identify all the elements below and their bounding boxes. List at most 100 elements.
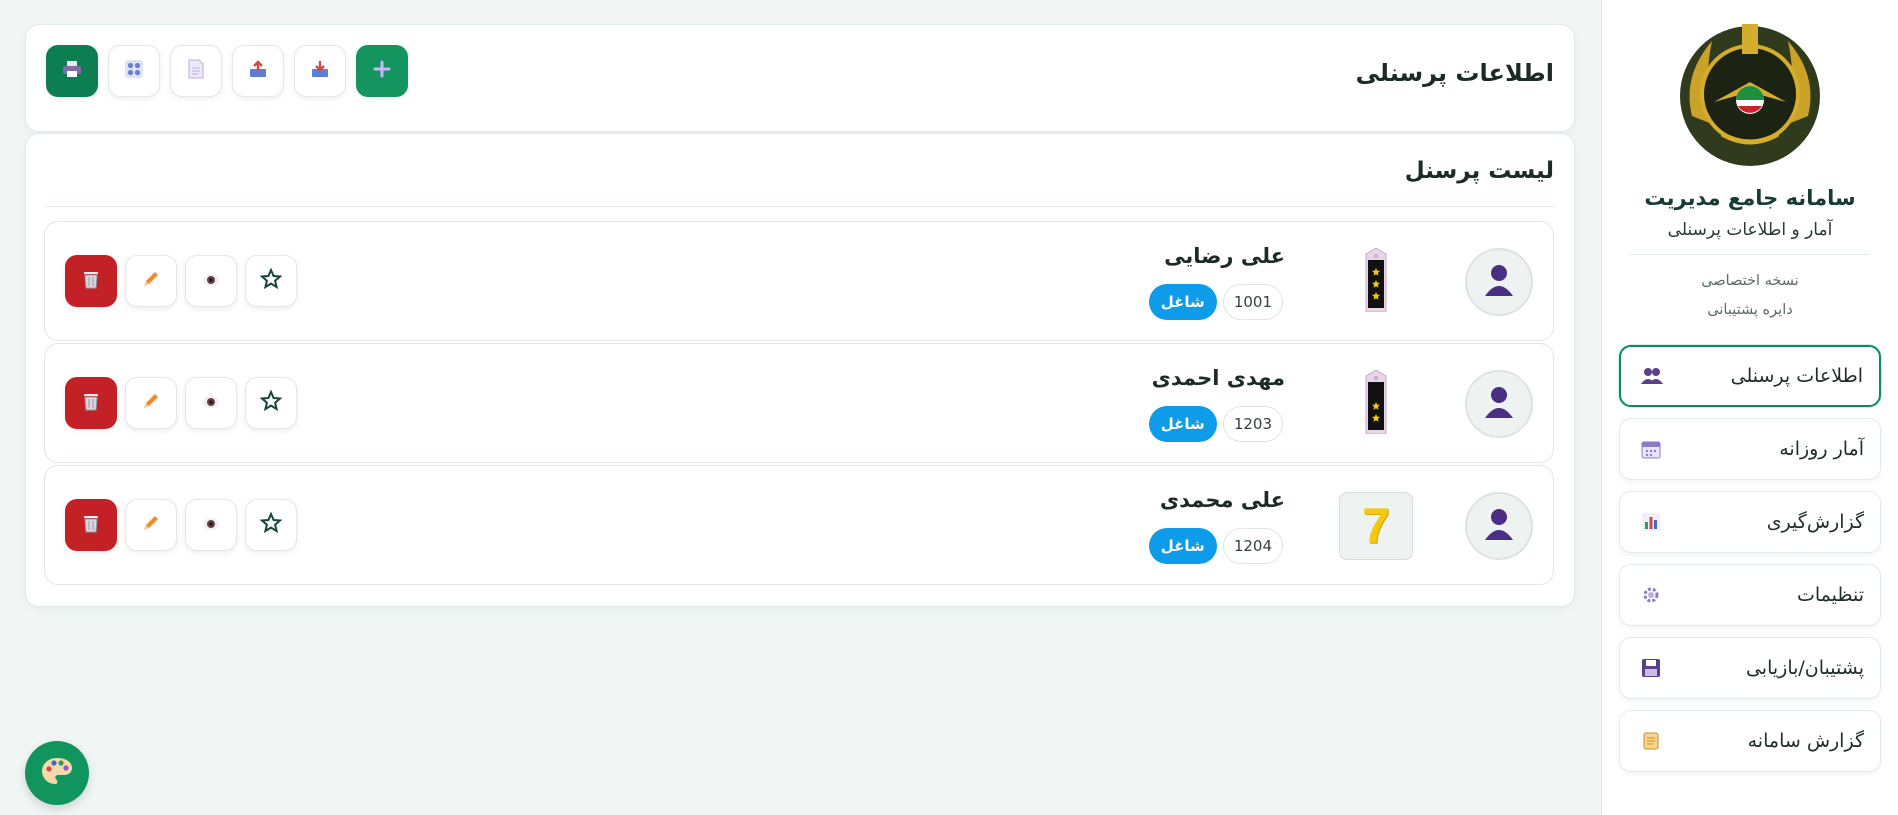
delete-button[interactable] <box>65 255 117 307</box>
document-icon <box>187 59 205 83</box>
favorite-button[interactable] <box>245 499 297 551</box>
view-button[interactable] <box>185 377 237 429</box>
toolbar <box>46 45 408 97</box>
delete-button[interactable] <box>65 499 117 551</box>
add-icon <box>372 59 392 83</box>
row-actions <box>65 255 297 307</box>
avatar <box>1465 492 1533 560</box>
star-icon <box>259 389 283 416</box>
status-badge: شاغل <box>1148 528 1217 564</box>
rank-insignia <box>1339 247 1413 316</box>
grid-view-button[interactable] <box>108 45 160 97</box>
epaulette-three-stars-icon <box>1363 247 1389 316</box>
page-title: اطلاعات پرسنلی <box>1355 59 1554 87</box>
eye-icon <box>202 272 220 291</box>
print-button[interactable] <box>46 45 98 97</box>
user-icon <box>1484 508 1514 544</box>
grid-icon <box>124 59 144 83</box>
number-seven-icon: 7 <box>1339 492 1413 560</box>
nav-item-settings[interactable]: تنظیمات <box>1619 564 1881 626</box>
personnel-id-badge: 1204 <box>1222 528 1283 564</box>
nav-item-backup[interactable]: پشتیبان/بازیابی <box>1619 637 1881 699</box>
person-name: علی رضایی <box>1164 244 1285 268</box>
user-icon <box>1484 386 1514 422</box>
row-actions <box>65 377 297 429</box>
personnel-row[interactable]: 7 علی محمدی 1204 شاغل <box>44 465 1554 585</box>
favorite-button[interactable] <box>245 377 297 429</box>
nav-label: اطلاعات پرسنلی <box>1730 365 1863 387</box>
view-button[interactable] <box>185 499 237 551</box>
view-button[interactable] <box>185 255 237 307</box>
eye-icon <box>202 394 220 413</box>
army-emblem-logo <box>1672 16 1828 172</box>
person-name: مهدی احمدی <box>1151 366 1285 390</box>
add-button[interactable] <box>356 45 408 97</box>
nav-item-personnel[interactable]: اطلاعات پرسنلی <box>1619 345 1881 407</box>
person-badges: 1204 شاغل <box>1148 528 1283 564</box>
nav-label: آمار روزانه <box>1779 438 1864 460</box>
avatar <box>1465 370 1533 438</box>
document-button[interactable] <box>170 45 222 97</box>
pencil-icon <box>141 391 161 415</box>
avatar <box>1465 248 1533 316</box>
system-subtitle: آمار و اطلاعات پرسنلی <box>1667 220 1833 240</box>
printer-icon <box>62 59 82 83</box>
edit-button[interactable] <box>125 377 177 429</box>
row-actions <box>65 499 297 551</box>
personnel-row[interactable]: علی رضایی 1001 شاغل <box>44 221 1554 341</box>
divider <box>46 206 1554 207</box>
pencil-icon <box>141 513 161 537</box>
import-button[interactable] <box>294 45 346 97</box>
epaulette-two-stars-icon <box>1363 369 1389 438</box>
edit-button[interactable] <box>125 255 177 307</box>
sidebar: سامانه جامع مدیریت آمار و اطلاعات پرسنلی… <box>1601 0 1898 815</box>
nav-item-daily-stats[interactable]: آمار روزانه <box>1619 418 1881 480</box>
pencil-icon <box>141 269 161 293</box>
edit-button[interactable] <box>125 499 177 551</box>
system-title: سامانه جامع مدیریت <box>1644 186 1856 210</box>
nav-label: گزارش‌گیری <box>1766 511 1864 533</box>
personnel-id-badge: 1203 <box>1222 406 1283 442</box>
palette-icon <box>40 756 74 790</box>
system-department: دایره پشتیبانی <box>1707 302 1793 318</box>
personnel-list-panel: لیست پرسنل علی رضایی 1001 شاغل مهدی احمد… <box>25 133 1575 607</box>
person-name: علی محمدی <box>1159 488 1285 512</box>
list-title: لیست پرسنل <box>1404 158 1554 184</box>
header-panel: اطلاعات پرسنلی <box>25 24 1575 132</box>
rank-text: 7 <box>1362 498 1390 554</box>
delete-button[interactable] <box>65 377 117 429</box>
nav-item-reports[interactable]: گزارش‌گیری <box>1619 491 1881 553</box>
system-edition: نسخه اختصاصی <box>1701 273 1799 289</box>
rank-insignia <box>1339 369 1413 438</box>
divider <box>1630 254 1870 255</box>
wastebasket-icon <box>82 269 100 293</box>
person-badges: 1203 شاغل <box>1148 406 1283 442</box>
bar-chart-icon <box>1640 511 1662 533</box>
user-icon <box>1484 264 1514 300</box>
calendar-icon <box>1640 438 1662 460</box>
theme-button[interactable] <box>25 741 89 805</box>
status-badge: شاغل <box>1148 406 1217 442</box>
status-badge: شاغل <box>1148 284 1217 320</box>
nav-item-system-log[interactable]: گزارش سامانه <box>1619 710 1881 772</box>
eye-icon <box>202 516 220 535</box>
scroll-icon <box>1640 730 1662 752</box>
personnel-id-badge: 1001 <box>1222 284 1283 320</box>
sidebar-nav: اطلاعات پرسنلی آمار روزانه گزارش‌گیری تن… <box>1619 345 1881 772</box>
export-button[interactable] <box>232 45 284 97</box>
person-badges: 1001 شاغل <box>1148 284 1283 320</box>
nav-label: گزارش سامانه <box>1747 730 1864 752</box>
star-icon <box>259 511 283 538</box>
inbox-tray-icon <box>310 59 330 83</box>
floppy-disk-icon <box>1640 657 1662 679</box>
nav-label: پشتیبان/بازیابی <box>1745 657 1864 679</box>
outbox-tray-icon <box>248 59 268 83</box>
personnel-row[interactable]: مهدی احمدی 1203 شاغل <box>44 343 1554 463</box>
gear-icon <box>1640 584 1662 606</box>
people-icon <box>1641 365 1663 387</box>
favorite-button[interactable] <box>245 255 297 307</box>
nav-label: تنظیمات <box>1796 584 1864 606</box>
star-icon <box>259 267 283 294</box>
wastebasket-icon <box>82 513 100 537</box>
wastebasket-icon <box>82 391 100 415</box>
